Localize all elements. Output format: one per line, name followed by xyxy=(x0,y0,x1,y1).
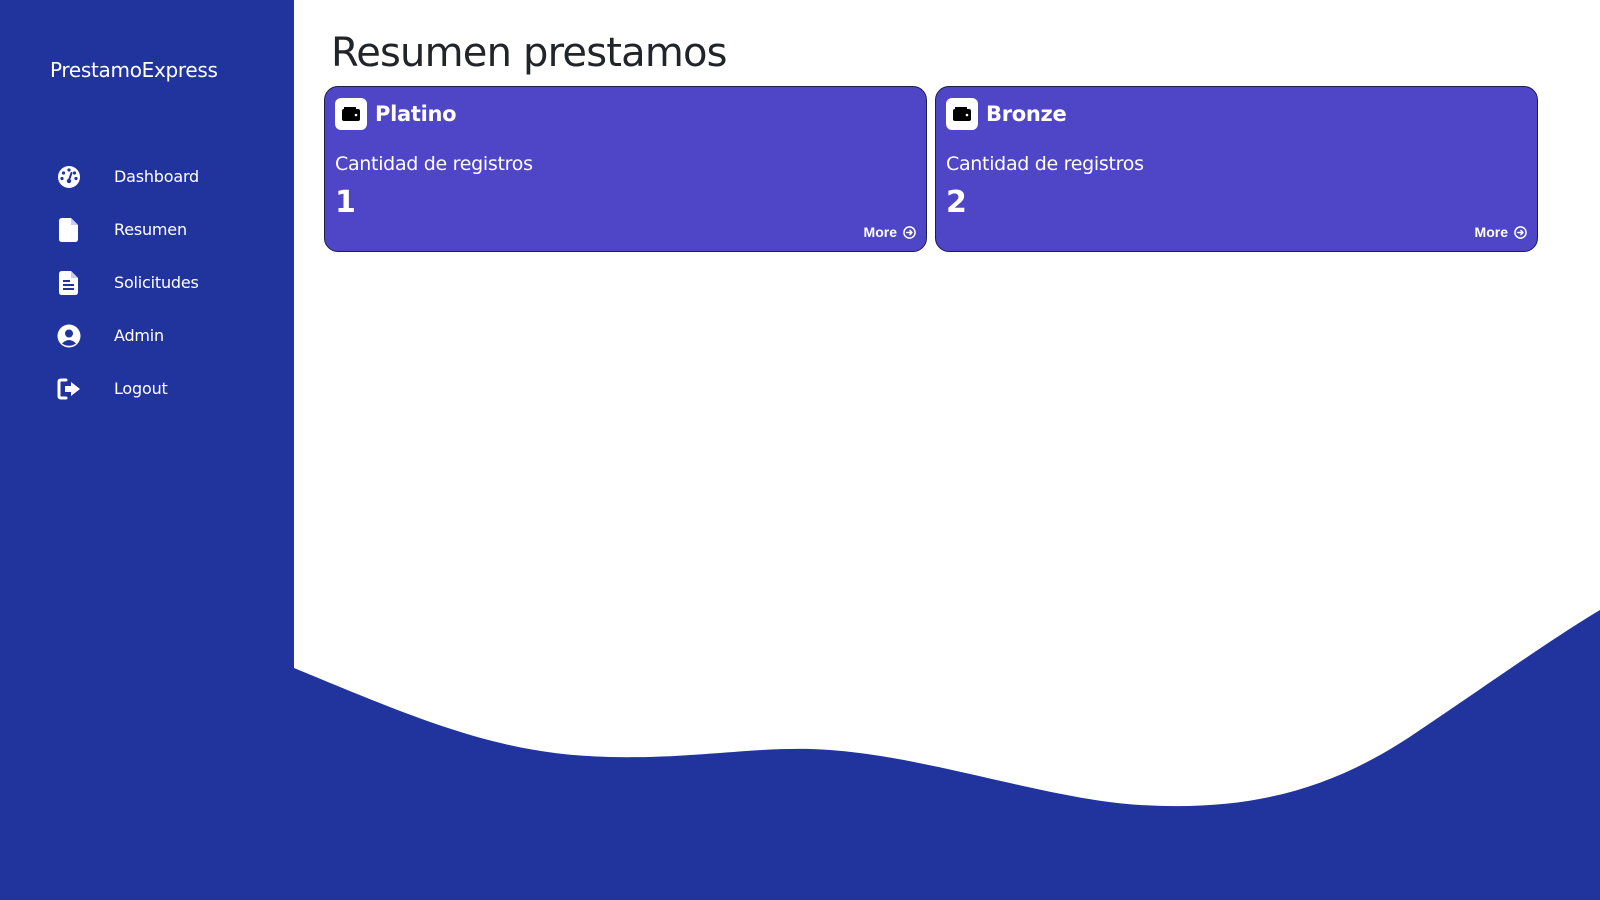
sidebar-item-label: Admin xyxy=(114,326,164,345)
card-subtitle: Cantidad de registros xyxy=(946,153,1144,175)
page-title: Resumen prestamos xyxy=(331,30,728,76)
sidebar-item-logout[interactable]: Logout xyxy=(0,362,294,415)
card-subtitle: Cantidad de registros xyxy=(335,153,533,175)
arrow-circle-right-icon xyxy=(1514,225,1527,239)
card-title: Bronze xyxy=(986,102,1067,126)
sidebar-item-label: Resumen xyxy=(114,220,187,239)
more-link[interactable]: More xyxy=(1475,224,1527,240)
card-header: Bronze xyxy=(946,98,1067,130)
sidebar-item-label: Logout xyxy=(114,379,168,398)
main-content: Resumen prestamos Platino Cantidad de re… xyxy=(294,0,1600,900)
user-circle-icon xyxy=(56,323,82,349)
more-link[interactable]: More xyxy=(864,224,916,240)
sidebar-nav: Dashboard Resumen Solicitudes Admin Logo… xyxy=(0,150,294,415)
card-title: Platino xyxy=(375,102,457,126)
wallet-icon xyxy=(946,98,978,130)
sidebar-item-resumen[interactable]: Resumen xyxy=(0,203,294,256)
card-count: 1 xyxy=(335,185,356,220)
loan-card-platino: Platino Cantidad de registros 1 More xyxy=(324,86,927,252)
card-count: 2 xyxy=(946,185,967,220)
sidebar-item-dashboard[interactable]: Dashboard xyxy=(0,150,294,203)
sidebar-item-admin[interactable]: Admin xyxy=(0,309,294,362)
sidebar: PrestamoExpress Dashboard Resumen Solici… xyxy=(0,0,294,900)
file-icon xyxy=(56,217,82,243)
arrow-circle-right-icon xyxy=(903,225,916,239)
more-link-label: More xyxy=(863,224,897,240)
more-link-label: More xyxy=(1474,224,1508,240)
logout-icon xyxy=(56,376,82,402)
sidebar-item-label: Dashboard xyxy=(114,167,200,186)
sidebar-item-solicitudes[interactable]: Solicitudes xyxy=(0,256,294,309)
wallet-icon xyxy=(335,98,367,130)
loan-card-bronze: Bronze Cantidad de registros 2 More xyxy=(935,86,1538,252)
brand-title[interactable]: PrestamoExpress xyxy=(50,58,218,82)
file-lines-icon xyxy=(56,270,82,296)
dashboard-gauge-icon xyxy=(56,164,82,190)
card-header: Platino xyxy=(335,98,457,130)
sidebar-item-label: Solicitudes xyxy=(114,273,199,292)
